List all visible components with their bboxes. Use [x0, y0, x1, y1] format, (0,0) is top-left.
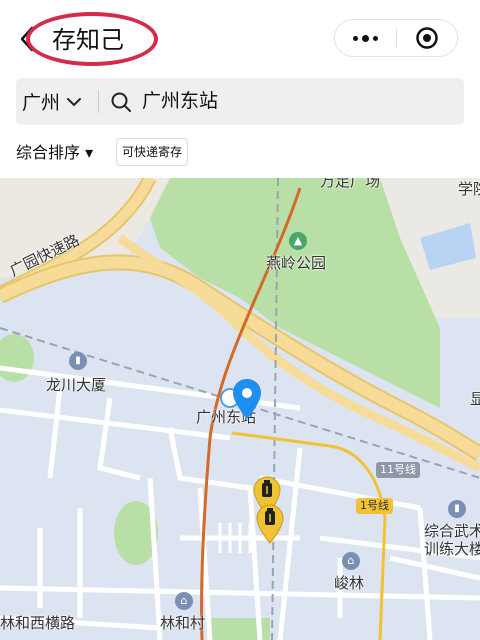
building-poi-icon: ▮: [69, 352, 87, 370]
city-label: 广州: [22, 92, 61, 114]
label-linhecun: 林和村: [160, 614, 206, 632]
linhecun-poi-icon: ⌂: [175, 592, 193, 610]
luggage-pin-icon[interactable]: [256, 504, 284, 544]
junlin-poi-icon: ⌂: [342, 552, 360, 570]
label-xueyuan: 学院: [458, 180, 480, 198]
search-icon: [111, 92, 131, 112]
label-park: 燕岭公园: [266, 254, 327, 272]
label-junlin: 峻林: [334, 574, 365, 592]
mini-program-capsule: [334, 19, 458, 57]
search-divider: [98, 90, 99, 113]
wushu-poi-icon: ▮: [448, 500, 466, 518]
page-title: 存知己: [52, 26, 124, 54]
label-top-partial: 万足广场: [320, 178, 381, 190]
more-dots-icon[interactable]: [335, 20, 396, 56]
park-poi-icon: ▲: [289, 232, 307, 250]
label-linhexiheng: 林和西横路: [0, 614, 76, 632]
label-longchuan: 龙川大厦: [46, 376, 107, 394]
location-pin-icon[interactable]: [232, 378, 262, 420]
chevron-down-icon: [67, 97, 82, 106]
target-close-icon[interactable]: [397, 20, 457, 56]
sort-dropdown[interactable]: 综合排序 ▾: [16, 142, 93, 164]
label-line11: 11号线: [376, 462, 420, 478]
city-selector[interactable]: 广州: [22, 78, 82, 125]
filter-bar: 综合排序 ▾ 可快递寄存: [0, 128, 480, 178]
top-navigation-bar: 存知己: [0, 0, 480, 78]
express-storage-tag[interactable]: 可快递寄存: [116, 138, 189, 166]
search-bar[interactable]: 广州 广州东站: [16, 78, 464, 125]
label-right-edge: 显: [470, 390, 480, 408]
back-arrow-icon[interactable]: [14, 22, 42, 56]
label-line1: 1号线: [356, 498, 393, 514]
search-input[interactable]: 广州东站: [142, 78, 218, 125]
label-xunliandalou: 训练大楼: [424, 540, 480, 558]
map-view[interactable]: ▲ ▮ ⌂ ⌂ ▮ 万足广场 学院 燕岭公园 广园快速路 龙川大厦 广州东站 显…: [0, 178, 480, 640]
